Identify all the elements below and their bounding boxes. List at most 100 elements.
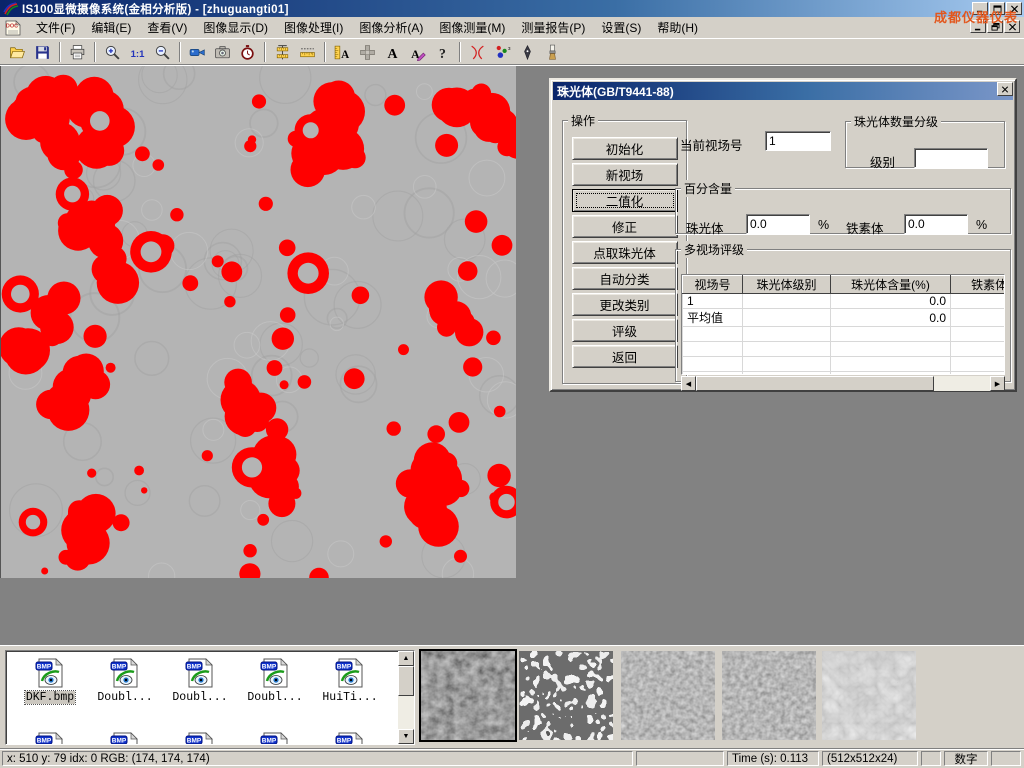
table-cell: 平均值 xyxy=(683,309,743,327)
op-button-5[interactable]: 点取珠光体 xyxy=(572,241,678,264)
table-row-3[interactable] xyxy=(683,327,1006,342)
ferrite-percent-input[interactable] xyxy=(904,214,968,234)
file-item-2[interactable]: BMPDoubl... xyxy=(89,657,161,704)
hscroll-thumb[interactable] xyxy=(696,376,934,391)
menu-item-8[interactable]: 测量报告(P) xyxy=(513,18,593,38)
scroll-down-button[interactable]: ▼ xyxy=(398,729,414,744)
table-row-4[interactable] xyxy=(683,342,1006,357)
file-item-row2-1[interactable]: BMP xyxy=(14,731,86,745)
menu-item-10[interactable]: 帮助(H) xyxy=(649,18,706,38)
bmp-file-icon: BMP xyxy=(259,731,291,745)
menu-item-7[interactable]: 图像测量(M) xyxy=(431,18,513,38)
file-item-1[interactable]: BMPDKF.bmp xyxy=(14,657,86,704)
particles-icon: 3 xyxy=(494,44,511,61)
pen-button[interactable] xyxy=(515,41,539,63)
vscroll-thumb[interactable] xyxy=(398,666,414,696)
file-item-row2-3[interactable]: BMP xyxy=(164,731,236,745)
toolbar-separator xyxy=(179,42,181,62)
menu-item-3[interactable]: 查看(V) xyxy=(139,18,195,38)
menu-item-6[interactable]: 图像分析(A) xyxy=(351,18,431,38)
op-button-8[interactable]: 评级 xyxy=(572,319,678,342)
file-list-scrollbar[interactable]: ▲ ▼ xyxy=(398,651,414,744)
thumbnail-2[interactable] xyxy=(519,651,613,740)
table-row-6[interactable] xyxy=(683,372,1006,376)
op-button-2[interactable]: 新视场 xyxy=(572,163,678,186)
timer-button[interactable] xyxy=(235,41,259,63)
thumbnail-4[interactable] xyxy=(722,651,816,740)
table-hscrollbar[interactable]: ◀ ▶ xyxy=(681,376,1005,391)
ruler-button[interactable] xyxy=(295,41,319,63)
file-item-3[interactable]: BMPDoubl... xyxy=(164,657,236,704)
close-button[interactable] xyxy=(1006,2,1022,15)
file-item-4[interactable]: BMPDoubl... xyxy=(239,657,311,704)
op-button-9[interactable]: 返回 xyxy=(572,345,678,368)
file-item-row2-2[interactable]: BMP xyxy=(89,731,161,745)
empty-panel-1 xyxy=(636,751,724,766)
title-bar: IS100显微摄像系统(金相分析版) - [zhuguangti01] xyxy=(0,0,1024,17)
file-item-row2-4[interactable]: BMP xyxy=(239,731,311,745)
brush-button[interactable] xyxy=(540,41,564,63)
hscroll-right-button[interactable]: ▶ xyxy=(990,376,1005,391)
op-button-4[interactable]: 修正 xyxy=(572,215,678,238)
file-item-row2-5[interactable]: BMP xyxy=(314,731,386,745)
curve-button[interactable] xyxy=(465,41,489,63)
table-row-5[interactable] xyxy=(683,357,1006,372)
video-camera-button[interactable] xyxy=(185,41,209,63)
help-button[interactable]: ? xyxy=(430,41,454,63)
menu-item-2[interactable]: 编辑(E) xyxy=(83,18,139,38)
svg-text:A: A xyxy=(341,48,349,60)
open-button[interactable] xyxy=(5,41,29,63)
table-row-2[interactable]: 平均值0.0 xyxy=(683,309,1006,327)
dialog-close-button[interactable] xyxy=(997,82,1013,96)
actual-size-button[interactable]: 1:1 xyxy=(125,41,149,63)
save-icon xyxy=(34,44,51,61)
op-button-3[interactable]: 二值化 xyxy=(572,189,678,212)
svg-text:BMP: BMP xyxy=(112,738,127,745)
maximize-button[interactable] xyxy=(989,2,1005,15)
operations-group: 操作 初始化新视场二值化修正点取珠光体自动分类更改类别评级返回 xyxy=(562,112,687,384)
op-button-1[interactable]: 初始化 xyxy=(572,137,678,160)
help-icon: ? xyxy=(434,44,451,61)
mdi-restore-button[interactable] xyxy=(987,20,1003,33)
minimize-button[interactable] xyxy=(972,2,988,15)
zoom-in-icon xyxy=(104,44,121,61)
table-header-2: 珠光体级别 xyxy=(743,276,831,294)
caliper-button[interactable] xyxy=(270,41,294,63)
micrograph-image[interactable] xyxy=(0,66,515,578)
text-button[interactable]: A xyxy=(380,41,404,63)
measure-text-button[interactable]: A xyxy=(330,41,354,63)
thumbnail-1[interactable] xyxy=(421,651,515,740)
file-name: Doubl... xyxy=(246,691,303,704)
print-button[interactable] xyxy=(65,41,89,63)
grid-button[interactable] xyxy=(355,41,379,63)
current-field-input[interactable] xyxy=(765,131,831,151)
particles-button[interactable]: 3 xyxy=(490,41,514,63)
cursor-position-panel: x: 510 y: 79 idx: 0 RGB: (174, 174, 174) xyxy=(2,751,633,766)
op-button-7[interactable]: 更改类别 xyxy=(572,293,678,316)
menu-item-4[interactable]: 图像显示(D) xyxy=(195,18,276,38)
pearlite-percent-input[interactable] xyxy=(746,214,810,234)
zoom-out-button[interactable] xyxy=(150,41,174,63)
rating-table[interactable]: 视场号珠光体级别珠光体含量(%)铁素体含量(%)10.0平均值0.0 xyxy=(681,274,1005,375)
scroll-up-button[interactable]: ▲ xyxy=(398,651,414,666)
menu-item-1[interactable]: 文件(F) xyxy=(28,18,83,38)
thumbnail-5[interactable] xyxy=(822,651,916,740)
table-cell xyxy=(743,294,831,309)
grade-input[interactable] xyxy=(914,148,988,168)
menu-item-5[interactable]: 图像处理(I) xyxy=(276,18,351,38)
document-icon[interactable]: DOC xyxy=(4,20,22,36)
annotate-button[interactable]: A xyxy=(405,41,429,63)
table-row-1[interactable]: 10.0 xyxy=(683,294,1006,309)
save-button[interactable] xyxy=(30,41,54,63)
dialog-title-bar[interactable]: 珠光体(GB/T9441-88) xyxy=(553,82,1013,100)
mdi-close-button[interactable] xyxy=(1004,20,1020,33)
op-button-6[interactable]: 自动分类 xyxy=(572,267,678,290)
menu-item-9[interactable]: 设置(S) xyxy=(593,18,649,38)
thumbnail-3[interactable] xyxy=(621,651,715,740)
hscroll-left-button[interactable]: ◀ xyxy=(681,376,696,391)
file-item-5[interactable]: BMPHuiTi... xyxy=(314,657,386,704)
app-logo-icon xyxy=(3,2,19,15)
mdi-minimize-button[interactable] xyxy=(970,20,986,33)
zoom-in-button[interactable] xyxy=(100,41,124,63)
camera-button[interactable] xyxy=(210,41,234,63)
